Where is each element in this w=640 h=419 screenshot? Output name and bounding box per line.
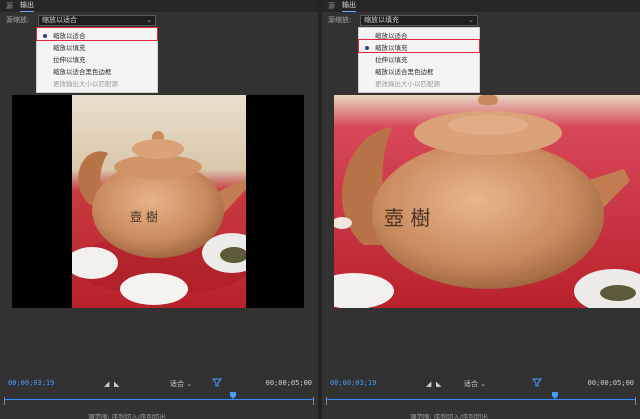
program-monitor: 壺 樹 [12, 95, 304, 308]
zoom-value: 适合 [464, 380, 478, 388]
menu-item-change-output-size[interactable]: 更改输出大小以匹配源 [359, 78, 479, 90]
source-scaling-value: 缩放以填充 [364, 16, 399, 24]
program-monitor: 壺 樹 [334, 95, 640, 308]
chevron-down-icon: ⌄ [468, 16, 474, 24]
current-timecode[interactable]: 00;00;03;19 [8, 379, 54, 387]
mark-out-icon[interactable]: ◣ [114, 380, 119, 388]
playhead-icon[interactable] [552, 392, 558, 399]
mark-out-icon[interactable]: ◣ [436, 380, 441, 388]
zoom-value: 适合 [170, 380, 184, 388]
menu-item-label: 缩放以适合黑色边框 [53, 68, 112, 76]
current-timecode[interactable]: 00;00;03;19 [330, 379, 376, 387]
mark-in-icon[interactable]: ◢ [426, 380, 431, 388]
mark-in-icon[interactable]: ◢ [104, 380, 109, 388]
source-range-label: 源范围: 序列切入/序列切出 [88, 413, 166, 419]
duration-timecode: 00;00;05;00 [587, 379, 634, 387]
duration-timecode: 00;00;05;00 [265, 379, 312, 387]
tab-source[interactable]: 源 [6, 0, 13, 12]
menu-item-stretch-to-fill[interactable]: 拉伸以填充 [359, 54, 479, 66]
menu-item-scale-to-fit-black-borders[interactable]: 缩放以适合黑色边框 [359, 66, 479, 78]
source-scaling-row: 源缩放: 缩放以填充 ⌄ [322, 13, 640, 27]
work-area-bar[interactable] [4, 399, 314, 403]
menu-item-label: 缩放以适合黑色边框 [375, 68, 434, 76]
menu-item-stretch-to-fill[interactable]: 拉伸以填充 [37, 54, 157, 66]
source-scaling-dropdown[interactable]: 缩放以填充 ⌄ [360, 15, 478, 26]
svg-text:壺 樹: 壺 樹 [130, 210, 158, 224]
source-scaling-dropdown[interactable]: 缩放以适合 ⌄ [38, 15, 156, 26]
menu-item-scale-to-fit-black-borders[interactable]: 缩放以适合黑色边框 [37, 66, 157, 78]
svg-text:壺 樹: 壺 樹 [384, 206, 430, 230]
export-preview-panel-fill: 源 输出 源缩放: 缩放以填充 ⌄ 缩放以适合 缩放以填充 拉伸以填充 缩放以适… [322, 0, 640, 419]
settings-wrench-icon[interactable] [532, 378, 542, 387]
menu-item-scale-to-fill[interactable]: 缩放以填充 [37, 42, 157, 54]
menu-item-label: 拉伸以填充 [53, 56, 86, 64]
menu-item-label: 更改输出大小以匹配源 [375, 80, 440, 88]
panel-tab-bar: 源 输出 [322, 0, 640, 12]
work-area-bar[interactable] [326, 399, 636, 403]
source-scaling-label: 源缩放: [6, 16, 30, 24]
export-preview-panel-fit: 源 输出 源缩放: 缩放以适合 ⌄ 缩放以适合 缩放以填充 拉伸以填充 缩放以适… [0, 0, 318, 419]
source-range-label: 源范围: 序列切入/序列切出 [410, 413, 488, 419]
highlight-box [36, 27, 158, 41]
zoom-dropdown[interactable]: 适合 ⌄ [170, 379, 192, 389]
highlight-box [358, 39, 480, 53]
monitor-controls: 00;00;03;19 ◢ ◣ 适合 ⌄ 00;00;05;00 源范围: 序列… [0, 372, 318, 419]
tab-source[interactable]: 源 [328, 0, 335, 12]
source-scaling-label: 源缩放: [328, 16, 352, 24]
tab-output[interactable]: 输出 [342, 0, 356, 12]
zoom-dropdown[interactable]: 适合 ⌄ [464, 379, 486, 389]
playhead-icon[interactable] [230, 392, 236, 399]
source-scaling-row: 源缩放: 缩放以适合 ⌄ [0, 13, 318, 27]
menu-item-label: 缩放以填充 [53, 44, 86, 52]
menu-item-label: 更改输出大小以匹配源 [53, 80, 118, 88]
menu-item-change-output-size[interactable]: 更改输出大小以匹配源 [37, 78, 157, 90]
scaling-options-menu: 缩放以适合 缩放以填充 拉伸以填充 缩放以适合黑色边框 更改输出大小以匹配源 [358, 27, 480, 93]
source-scaling-value: 缩放以适合 [42, 16, 77, 24]
panel-tab-bar: 源 输出 [0, 0, 318, 12]
teapot-video-frame: 壺 樹 [72, 95, 246, 308]
monitor-controls: 00;00;03;19 ◢ ◣ 适合 ⌄ 00;00;05;00 源范围: 序列… [322, 372, 640, 419]
teapot-video-frame: 壺 樹 [334, 95, 640, 308]
tab-output[interactable]: 输出 [20, 0, 34, 12]
menu-item-label: 拉伸以填充 [375, 56, 408, 64]
settings-wrench-icon[interactable] [212, 378, 222, 387]
chevron-down-icon: ⌄ [146, 16, 152, 24]
